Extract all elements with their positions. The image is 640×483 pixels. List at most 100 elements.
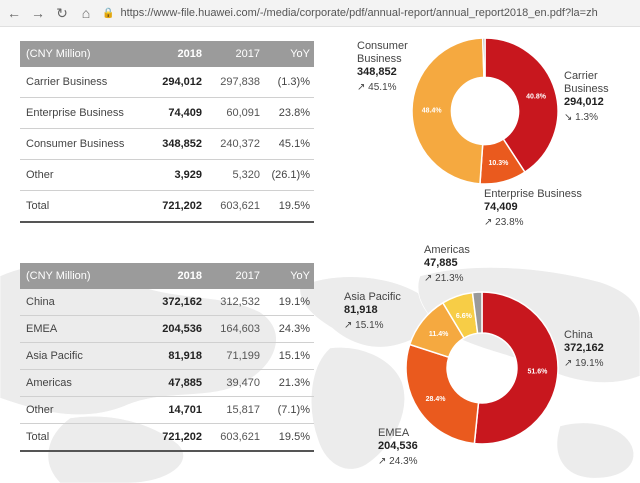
reload-icon[interactable]: ↻ [52, 3, 72, 23]
value-2017: 312,532 [202, 289, 260, 316]
americas-callout: Americas 47,885 ↗ 21.3% [424, 244, 484, 285]
business-segment-table: (CNY Million) 2018 2017 YoY Carrier Busi… [20, 41, 314, 223]
consumer-callout: Consumer Business 348,852 ↗ 45.1% [357, 40, 417, 94]
table-row: Americas 47,885 39,470 21.3% [20, 369, 314, 397]
up-right-arrow-icon: ↗ [564, 358, 573, 369]
value-2017: 60,091 [202, 97, 260, 129]
callout-name: Consumer Business [357, 40, 408, 65]
callout-yoy: ↗ 24.3% [378, 456, 418, 467]
value-2018: 721,202 [138, 190, 202, 223]
enterprise-callout: Enterprise Business 74,409 ↗ 23.8% [484, 188, 604, 229]
slice-percent-label: 51.6% [527, 368, 548, 375]
row-label: Other [20, 396, 138, 424]
row-label: Asia Pacific [20, 342, 138, 370]
up-right-arrow-icon: ↗ [357, 82, 366, 93]
down-right-arrow-icon: ↘ [564, 112, 573, 123]
slice-percent-label: 11.4% [429, 331, 449, 338]
callout-value: 372,162 [564, 342, 604, 354]
callout-yoy: ↗ 45.1% [357, 82, 397, 93]
value-2017: 15,817 [202, 396, 260, 424]
back-arrow-icon[interactable]: ← [4, 3, 24, 23]
value-2017: 71,199 [202, 342, 260, 370]
browser-toolbar: ← → ↻ ⌂ 🔒 https://www-file.huawei.com/-/… [0, 0, 640, 27]
value-2018: 348,852 [138, 128, 202, 160]
value-2018: 721,202 [138, 423, 202, 452]
row-label: Total [20, 190, 138, 223]
up-right-arrow-icon: ↗ [424, 273, 433, 284]
value-2017: 5,320 [202, 159, 260, 191]
value-2018: 81,918 [138, 342, 202, 370]
table-total-row: Total 721,202 603,621 19.5% [20, 423, 314, 452]
header-2017: 2017 [202, 41, 260, 67]
callout-value: 204,536 [378, 440, 418, 452]
header-2017: 2017 [202, 263, 260, 289]
asia-pacific-callout: Asia Pacific 81,918 ↗ 15.1% [344, 291, 408, 332]
value-yoy: (26.1)% [260, 159, 314, 191]
table-row: Other 3,929 5,320 (26.1)% [20, 159, 314, 191]
value-yoy: (7.1)% [260, 396, 314, 424]
value-yoy: 19.5% [260, 423, 314, 452]
table-row: Consumer Business 348,852 240,372 45.1% [20, 128, 314, 160]
value-2018: 47,885 [138, 369, 202, 397]
callout-value: 74,409 [484, 201, 518, 213]
value-2018: 372,162 [138, 289, 202, 316]
value-2018: 14,701 [138, 396, 202, 424]
up-right-arrow-icon: ↗ [378, 456, 387, 467]
lock-icon: 🔒 [102, 7, 115, 19]
value-2017: 297,838 [202, 67, 260, 98]
slice-percent-label: 48.4% [422, 107, 443, 114]
table-header-row: (CNY Million) 2018 2017 YoY [20, 263, 314, 289]
value-2017: 603,621 [202, 423, 260, 452]
url-text: https://www-file.huawei.com/-/media/corp… [120, 7, 598, 19]
value-2018: 74,409 [138, 97, 202, 129]
table-row: EMEA 204,536 164,603 24.3% [20, 315, 314, 343]
callout-name: Asia Pacific [344, 291, 401, 303]
slice-percent-label: 10.3% [488, 160, 509, 167]
callout-yoy: ↗ 19.1% [564, 358, 604, 369]
slice-percent-label: 28.4% [426, 396, 447, 403]
row-label: Consumer Business [20, 128, 138, 160]
callout-name: Americas [424, 244, 470, 256]
table-row: China 372,162 312,532 19.1% [20, 289, 314, 316]
pdf-page: (CNY Million) 2018 2017 YoY Carrier Busi… [0, 26, 640, 483]
up-right-arrow-icon: ↗ [344, 320, 353, 331]
header-2018: 2018 [138, 263, 202, 289]
row-label: Total [20, 423, 138, 452]
callout-name: Enterprise Business [484, 188, 582, 200]
value-2018: 294,012 [138, 67, 202, 98]
row-label: Carrier Business [20, 67, 138, 98]
value-yoy: 19.1% [260, 289, 314, 316]
row-label: Americas [20, 369, 138, 397]
table-row: Asia Pacific 81,918 71,199 15.1% [20, 342, 314, 370]
donut-slice-other [481, 37, 486, 79]
row-label: Other [20, 159, 138, 191]
table-row: Other 14,701 15,817 (7.1)% [20, 396, 314, 424]
callout-name: EMEA [378, 427, 410, 439]
callout-name: Carrier Business [564, 70, 609, 95]
header-2018: 2018 [138, 41, 202, 67]
callout-yoy: ↗ 23.8% [484, 217, 524, 228]
value-yoy: 24.3% [260, 315, 314, 343]
value-yoy: 15.1% [260, 342, 314, 370]
value-2018: 204,536 [138, 315, 202, 343]
callout-value: 294,012 [564, 96, 604, 108]
table-row: Enterprise Business 74,409 60,091 23.8% [20, 97, 314, 129]
emea-callout: EMEA 204,536 ↗ 24.3% [378, 427, 442, 468]
table-row: Carrier Business 294,012 297,838 (1.3)% [20, 67, 314, 98]
china-callout: China 372,162 ↗ 19.1% [564, 329, 628, 370]
value-yoy: 21.3% [260, 369, 314, 397]
region-donut-chart: 51.6% 28.4% 11.4% 6.6% [405, 291, 559, 445]
forward-arrow-icon[interactable]: → [28, 3, 48, 23]
table-header-row: (CNY Million) 2018 2017 YoY [20, 41, 314, 67]
callout-value: 81,918 [344, 304, 378, 316]
callout-value: 47,885 [424, 257, 458, 269]
callout-yoy: ↘ 1.3% [564, 112, 598, 123]
address-bar[interactable]: 🔒 https://www-file.huawei.com/-/media/co… [102, 3, 632, 23]
row-label: China [20, 289, 138, 316]
row-label: EMEA [20, 315, 138, 343]
home-icon[interactable]: ⌂ [76, 3, 96, 23]
table-total-row: Total 721,202 603,621 19.5% [20, 190, 314, 223]
value-yoy: 23.8% [260, 97, 314, 129]
slice-percent-label: 40.8% [526, 93, 547, 100]
up-right-arrow-icon: ↗ [484, 217, 493, 228]
